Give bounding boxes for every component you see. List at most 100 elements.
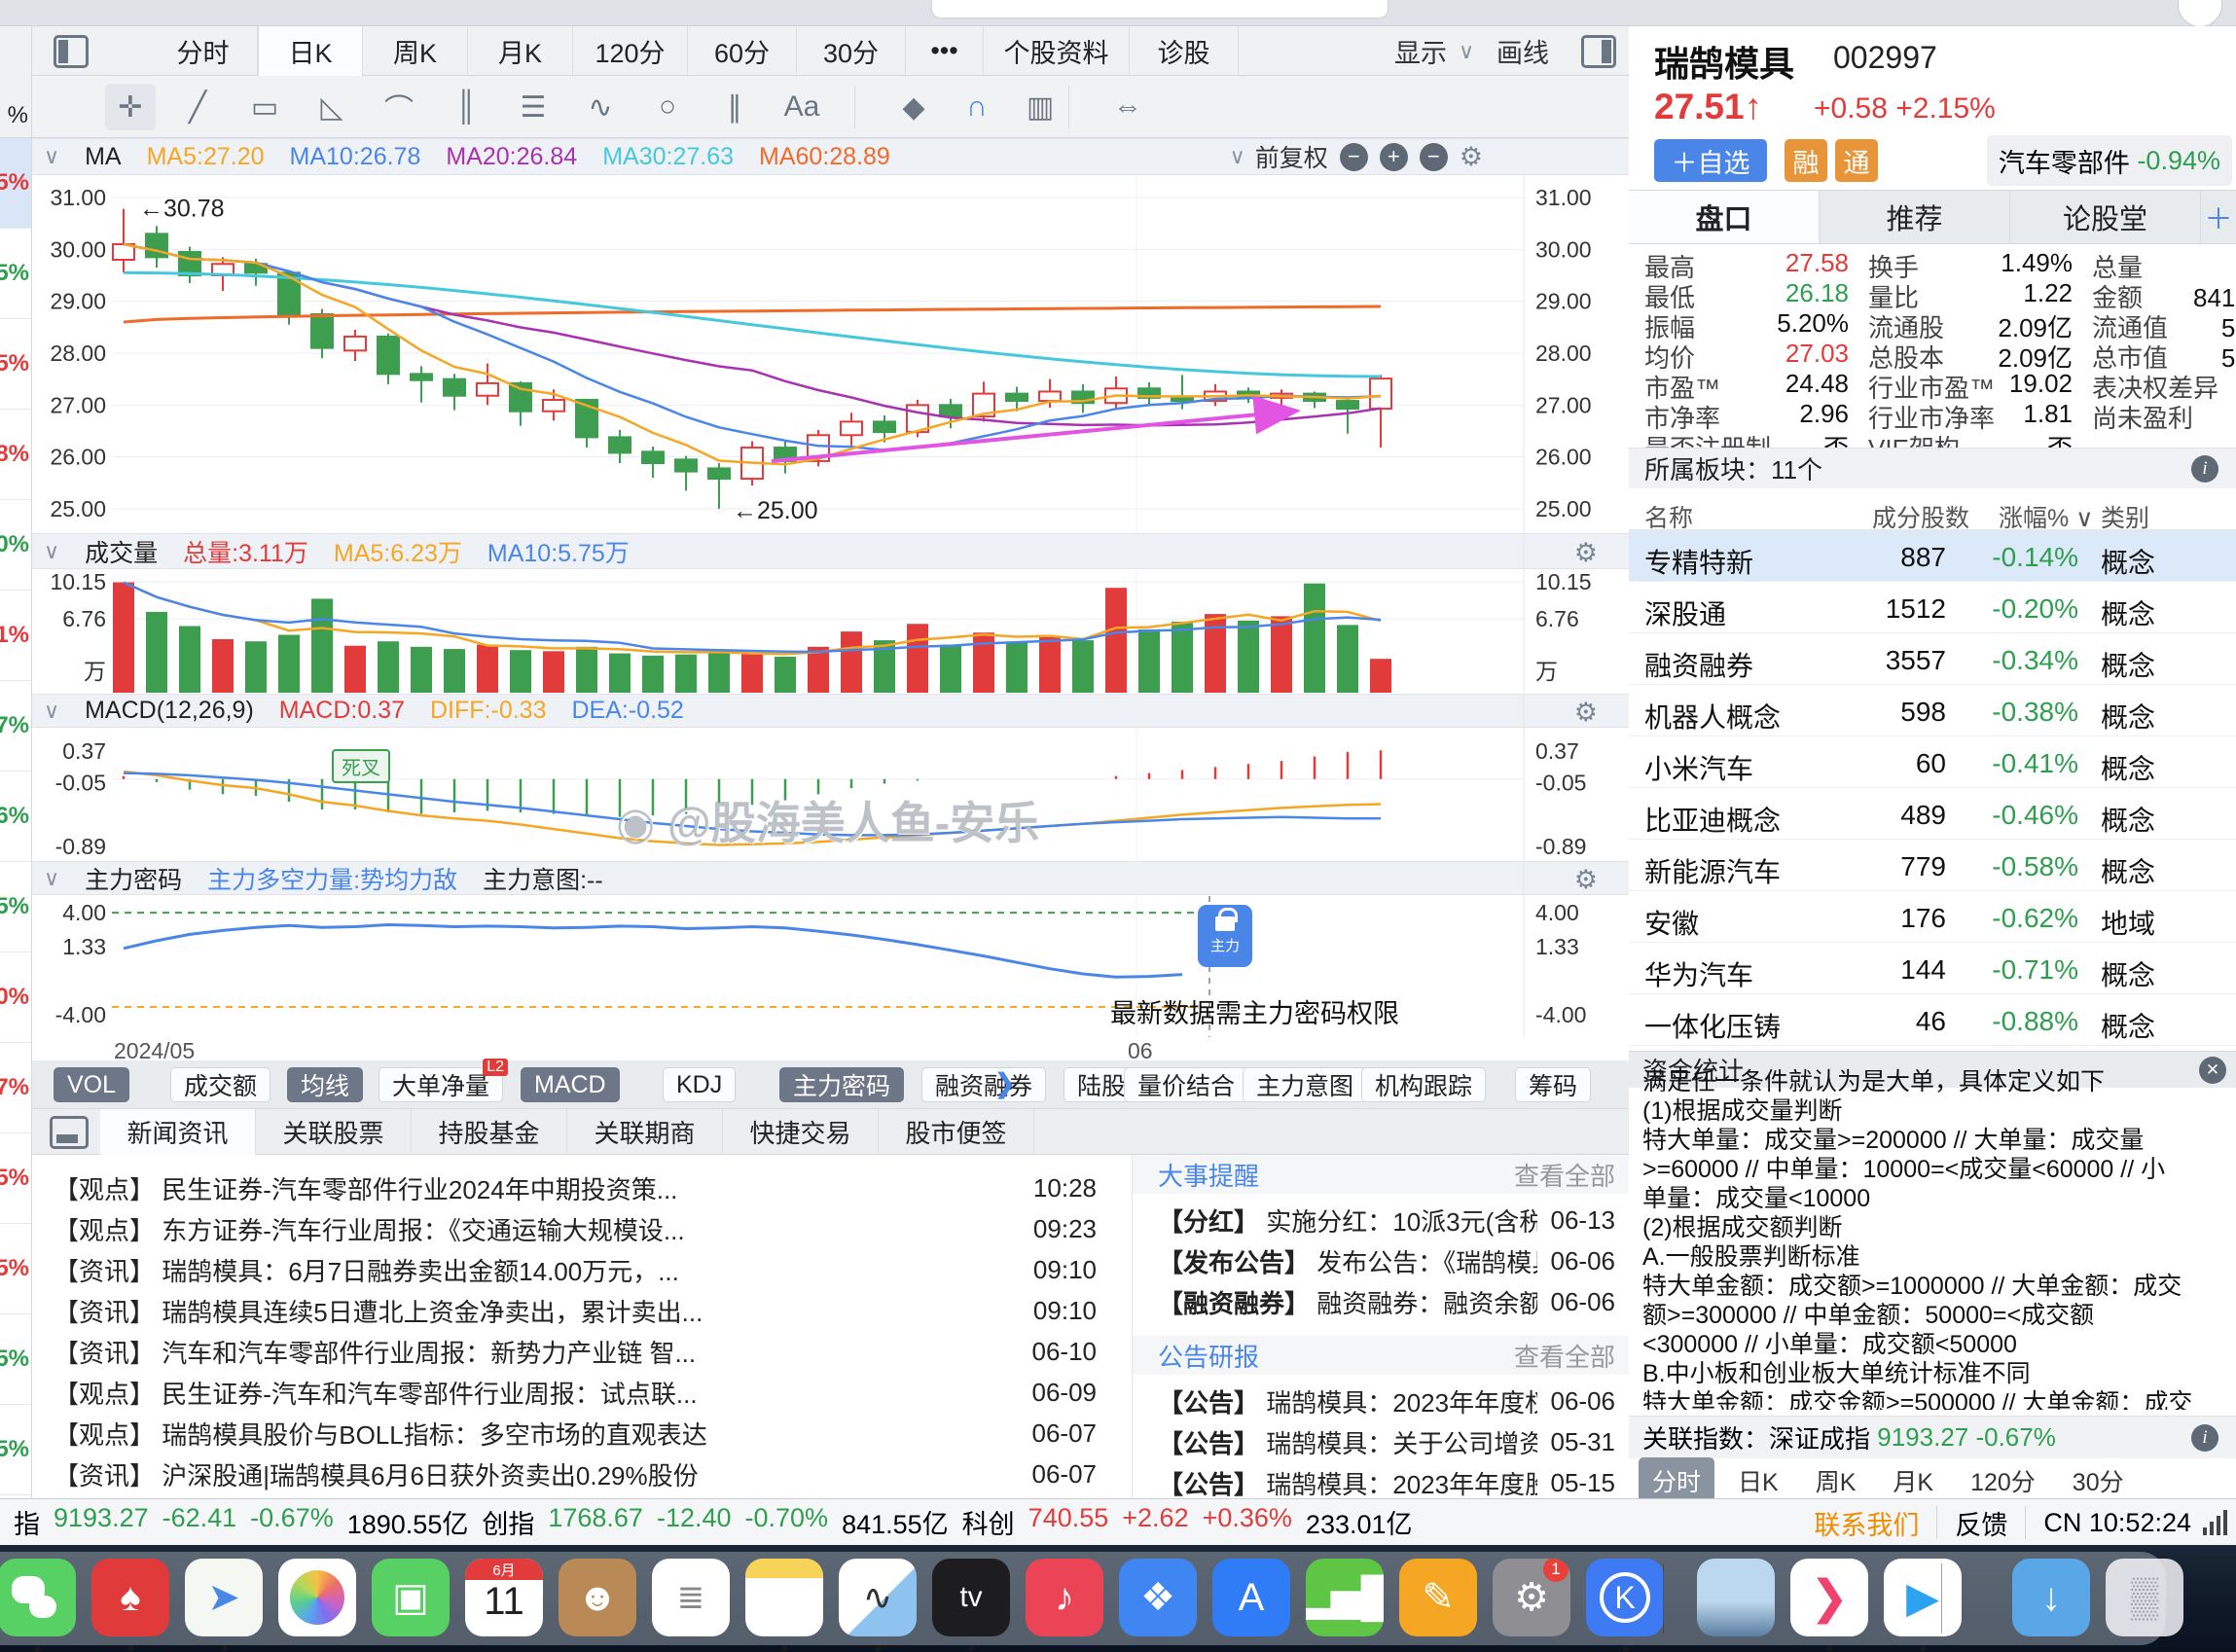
indicator-主力意图[interactable]: 主力意图 (1243, 1067, 1367, 1102)
tab-个股资料[interactable]: 个股资料 (984, 26, 1130, 76)
news-item[interactable]: 【观点】 民生证券-汽车和汽车零部件行业周报：试点联...06-09 (32, 1372, 1132, 1413)
sector-row-华为汽车[interactable]: 华为汽车144-0.71%概念 (1629, 943, 2236, 994)
chart-region[interactable]: ∨ MA MA5:27.20MA10:26.78MA20:26.84MA30:2… (32, 138, 1629, 1060)
watchlist-row[interactable]: 5% (0, 1224, 31, 1314)
spacing-tool-icon[interactable]: ⇔ (1102, 84, 1153, 130)
watchlist-row[interactable]: 5% (0, 862, 31, 952)
eraser-tool-icon[interactable]: ◆ (888, 84, 939, 130)
news-item[interactable]: 【资讯】 瑞鹄模具连续5日遭北上资金净卖出，累计卖出...09:10 (32, 1290, 1132, 1331)
dock-numbers-icon[interactable]: ▂▅█ (1306, 1559, 1384, 1636)
watchlist-row[interactable]: 1% (0, 591, 31, 681)
news-tab-关联期商[interactable]: 关联期商 (567, 1109, 723, 1155)
contact-us-link[interactable]: 联系我们 (1814, 1504, 1919, 1542)
news-item[interactable]: 【观点】 瑞鹄模具股价与BOLL指标：多空市场的直观表达06-07 (32, 1413, 1132, 1454)
event-item[interactable]: 【公告】 瑞鹄模具：2023年年度权益分派实施公告06-06 (1133, 1381, 1629, 1421)
dock-music-icon[interactable]: ♪ (1026, 1559, 1103, 1636)
tab-周K[interactable]: 周K (363, 26, 468, 76)
tab-60分[interactable]: 60分 (688, 26, 797, 76)
ellipse-tool-icon[interactable]: ○ (642, 84, 693, 130)
watchlist-row[interactable]: 6% (0, 772, 31, 862)
watchlist-row[interactable]: 0% (0, 952, 31, 1043)
more-indicators-icon[interactable]: ❯ (993, 1067, 1016, 1099)
event-item[interactable]: 【融资融券】 融资融券：融资余额3.25亿元，融资买入额...06-06 (1133, 1281, 1629, 1322)
trash-tool-icon[interactable]: ▥ (1015, 84, 1065, 130)
kline-settings-gear-icon[interactable]: ⚙ (1460, 142, 1483, 172)
info-icon[interactable]: i (2191, 1424, 2218, 1452)
display-menu[interactable]: 显示∨ (1394, 26, 1484, 76)
collapse-icon[interactable]: − (1420, 143, 1448, 171)
right-panel-toggle-icon[interactable] (1581, 35, 1616, 68)
mini-tab-日K[interactable]: 日K (1724, 1457, 1792, 1498)
left-panel-toggle-icon[interactable] (54, 35, 89, 68)
watchlist-row[interactable]: 5% (0, 1133, 31, 1224)
golden-section-tool-icon[interactable]: ☰ (508, 84, 559, 130)
trendline-tool-icon[interactable]: ╱ (172, 84, 223, 130)
add-watchlist-button[interactable]: ＋自选 (1654, 139, 1767, 182)
collapse-chevron-icon[interactable]: ∨ (44, 699, 59, 724)
indicator-机构跟踪[interactable]: 机构跟踪 (1361, 1067, 1486, 1102)
news-item[interactable]: 【观点】 东方证券-汽车行业周报：《交通运输大规模设...09:23 (32, 1208, 1132, 1249)
dock-arrow-app-icon[interactable]: ❯ (1790, 1559, 1868, 1636)
watchlist-row[interactable]: 0% (0, 500, 31, 591)
titlebar-search-field[interactable] (932, 0, 1388, 18)
mini-tab-30分[interactable]: 30分 (2059, 1457, 2138, 1498)
mini-tab-周K[interactable]: 周K (1802, 1457, 1870, 1498)
dock-facetime-icon[interactable]: ▣ (372, 1559, 450, 1636)
zhuli-settings-gear-icon[interactable]: ⚙ (1574, 865, 1598, 895)
zoom-in-icon[interactable]: + (1380, 143, 1408, 171)
dock-calendar-icon[interactable]: 6月11 (465, 1559, 543, 1636)
watchlist-row[interactable]: 5% (0, 229, 31, 319)
wave-tool-icon[interactable]: ∿ (575, 84, 626, 130)
tab-120分[interactable]: 120分 (573, 26, 688, 76)
tab-30分[interactable]: 30分 (797, 26, 906, 76)
info-icon[interactable]: i (2191, 455, 2218, 483)
dock-freeform-icon[interactable]: ∿ (839, 1559, 917, 1636)
watchlist-row[interactable]: 5% (0, 1314, 31, 1405)
gann-fan-tool-icon[interactable]: ◺ (307, 84, 357, 130)
indicator-筹码[interactable]: 筹码 (1515, 1067, 1591, 1102)
dock-downloads-icon[interactable]: ↓ (2012, 1559, 2090, 1636)
tab-日K[interactable]: 日K (258, 26, 363, 76)
collapse-chevron-icon[interactable]: ∨ (44, 539, 59, 564)
view-all-link[interactable]: 查看全部 (1514, 1157, 1615, 1193)
dock-maps-icon[interactable]: ➤ (185, 1559, 263, 1636)
mini-tab-120分[interactable]: 120分 (1957, 1457, 2049, 1498)
titlebar-avatar[interactable] (2178, 0, 2222, 27)
sector-row-新能源汽车[interactable]: 新能源汽车779-0.58%概念 (1629, 840, 2236, 891)
magnet-tool-icon[interactable]: ∩ (952, 84, 1002, 130)
mini-tab-分时[interactable]: 分时 (1639, 1457, 1714, 1498)
macd-settings-gear-icon[interactable]: ⚙ (1574, 698, 1598, 728)
industry-tag[interactable]: 汽车零部件 -0.94% (1987, 135, 2232, 186)
drawline-button[interactable]: 画线 (1497, 26, 1549, 76)
news-tab-关联股票[interactable]: 关联股票 (256, 1109, 412, 1155)
news-tab-持股基金[interactable]: 持股基金 (412, 1109, 567, 1155)
indicator-KDJ[interactable]: KDJ (663, 1067, 736, 1102)
news-item[interactable]: 【资讯】 汽车和汽车零部件行业周报：新势力产业链 智...06-10 (32, 1331, 1132, 1372)
watchlist-row[interactable]: 5% (0, 319, 31, 410)
dock-settings-icon[interactable]: ⚙1 (1493, 1559, 1570, 1636)
view-all-link[interactable]: 查看全部 (1514, 1338, 1615, 1374)
parallel-lines-tool-icon[interactable]: ∥ (709, 84, 760, 130)
collapse-chevron-icon[interactable]: ∨ (44, 866, 59, 891)
sector-row-专精特新[interactable]: 专精特新887-0.14%概念 (1629, 530, 2236, 582)
dock-cards-icon[interactable]: ♠ (91, 1559, 169, 1636)
tab-•••[interactable]: ••• (906, 26, 984, 76)
dock-reminders-icon[interactable]: ≣ (652, 1559, 730, 1636)
panel-tab-论股堂[interactable]: 论股堂 (2010, 191, 2201, 243)
dock-appstore-icon[interactable]: A (1212, 1559, 1290, 1636)
dock-notes-icon[interactable] (745, 1559, 823, 1636)
panel-tab-盘口[interactable]: 盘口 (1629, 191, 1820, 243)
mini-tab-月K[interactable]: 月K (1879, 1457, 1947, 1498)
sector-row-融资融券[interactable]: 融资融券3557-0.34%概念 (1629, 633, 2236, 685)
sector-row-比亚迪概念[interactable]: 比亚迪概念489-0.46%概念 (1629, 788, 2236, 840)
collapse-panel-icon[interactable] (50, 1116, 89, 1149)
panel-tab-推荐[interactable]: 推荐 (1820, 191, 2010, 243)
sector-row-机器人概念[interactable]: 机器人概念598-0.38%概念 (1629, 685, 2236, 736)
indicator-融资融券[interactable]: 融资融券 (921, 1067, 1046, 1102)
dock-pages-icon[interactable]: ✎ (1399, 1559, 1477, 1636)
dock-photo-preview-icon[interactable] (1697, 1559, 1775, 1636)
dock-tencent-video-icon[interactable]: ▶ (1884, 1559, 1962, 1636)
dock-kline-app-icon[interactable]: K (1586, 1559, 1664, 1636)
indicator-成交额[interactable]: 成交额 (170, 1067, 270, 1102)
move-tool-icon[interactable]: ✛ (105, 84, 156, 130)
